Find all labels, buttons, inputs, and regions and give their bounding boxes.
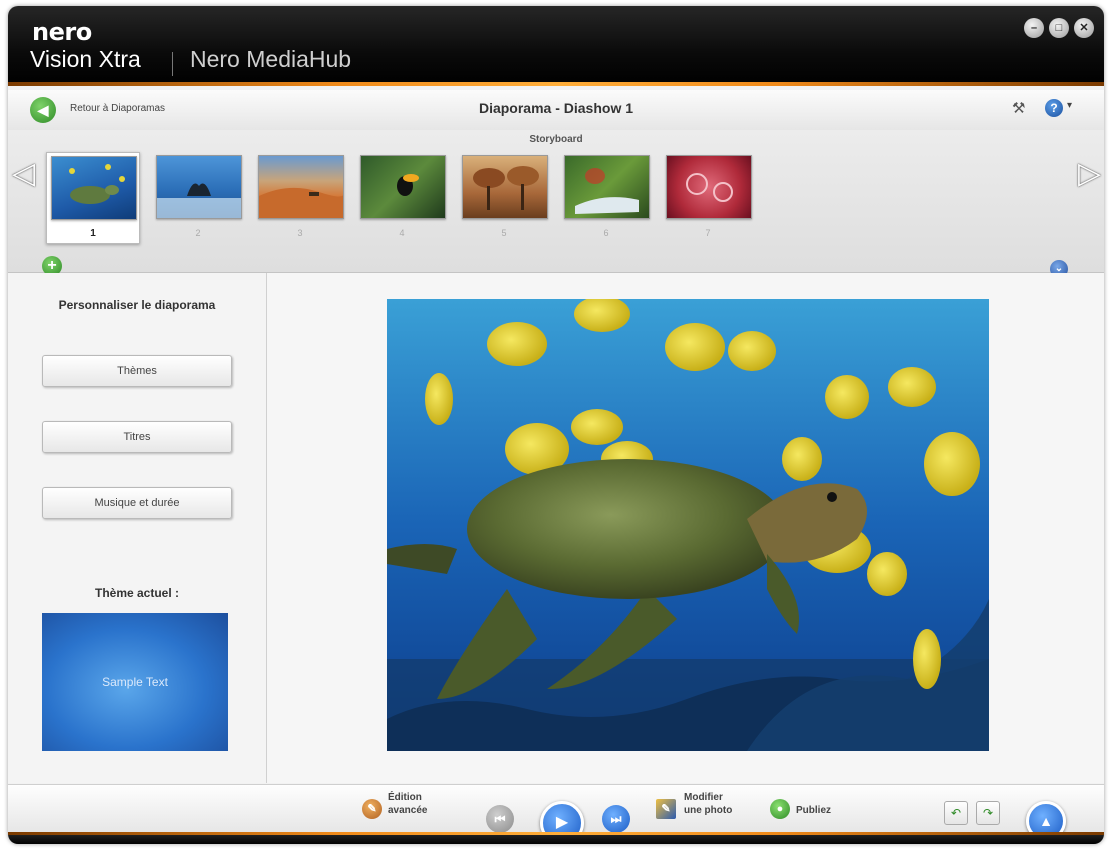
thumbnail-number: 6 — [603, 228, 609, 238]
next-icon[interactable]: ⏭ — [602, 805, 630, 833]
thumbnail-number: 1 — [90, 228, 96, 239]
title-separator — [172, 52, 173, 76]
thumbnail-number: 7 — [705, 228, 711, 238]
rotate-left-icon[interactable]: ↶ — [944, 801, 968, 825]
thumbnail-image — [258, 155, 344, 219]
bottom-accent-line — [8, 832, 1104, 835]
theme-preview[interactable]: Sample Text — [42, 613, 228, 751]
bottom-toolbar: ✎ Édition avancée ⏮ ▶ ⏭ ✎ Modifier une p… — [8, 784, 1104, 844]
themes-button[interactable]: Thèmes — [42, 355, 232, 387]
edit-photo-icon[interactable]: ✎ — [656, 799, 676, 819]
photo-preview — [387, 299, 989, 751]
thumbnail-image — [360, 155, 446, 219]
thumbnail-image — [156, 155, 242, 219]
minimize-icon[interactable]: – — [1024, 18, 1044, 38]
storyboard: Storyboard ◁ ▷ 1 2 3 4 5 6 7 + ⌄ — [8, 130, 1104, 278]
mediahub-title[interactable]: Nero MediaHub — [190, 46, 351, 73]
advanced-edit-icon[interactable]: ✎ — [362, 799, 382, 819]
panel-title: Personnaliser le diaporama — [58, 298, 216, 312]
rotate-right-icon[interactable]: ↷ — [976, 801, 1000, 825]
thumbnail-7[interactable]: 7 — [662, 152, 754, 242]
thumbnail-number: 5 — [501, 228, 507, 238]
storyboard-label: Storyboard — [529, 134, 583, 145]
scroll-right-icon[interactable]: ▷ — [1078, 156, 1101, 191]
title-accent-line — [8, 82, 1104, 86]
thumbnail-2[interactable]: 2 — [152, 152, 244, 242]
nero-logo: nero — [32, 18, 92, 46]
thumbnail-4[interactable]: 4 — [356, 152, 448, 242]
help-icon[interactable]: ? — [1045, 99, 1063, 117]
thumbnail-image — [462, 155, 548, 219]
thumbnail-1[interactable]: 1 — [46, 152, 140, 244]
titles-button[interactable]: Titres — [42, 421, 232, 453]
previous-icon[interactable]: ⏮ — [486, 805, 514, 833]
customize-panel: Personnaliser le diaporama Thèmes Titres… — [8, 273, 267, 783]
bottom-strip — [8, 832, 1104, 844]
chevron-down-icon[interactable]: ▾ — [1067, 100, 1072, 111]
music-duration-button[interactable]: Musique et durée — [42, 487, 232, 519]
tools-icon[interactable]: ⚒ — [1012, 99, 1025, 117]
thumbnail-number: 3 — [297, 228, 303, 238]
thumbnail-6[interactable]: 6 — [560, 152, 652, 242]
edit-photo-label[interactable]: Modifier une photo — [684, 791, 732, 817]
thumbnail-image — [51, 156, 137, 220]
theme-preview-text: Sample Text — [102, 675, 168, 689]
maximize-icon[interactable]: □ — [1049, 18, 1069, 38]
thumbnail-image — [564, 155, 650, 219]
scroll-left-icon[interactable]: ◁ — [12, 156, 35, 191]
thumbnail-5[interactable]: 5 — [458, 152, 550, 242]
publish-label[interactable]: Publiez — [796, 804, 831, 817]
thumbnail-number: 2 — [195, 228, 201, 238]
app-window: nero Vision Xtra Nero MediaHub – □ ✕ ◀ R… — [8, 6, 1104, 844]
close-icon[interactable]: ✕ — [1074, 18, 1094, 38]
thumbnail-3[interactable]: 3 — [254, 152, 346, 242]
thumbnail-image — [666, 155, 752, 219]
thumbnail-number: 4 — [399, 228, 405, 238]
page-title: Diaporama - Diashow 1 — [478, 100, 634, 116]
current-theme-label: Thème actuel : — [94, 586, 180, 600]
publish-icon[interactable]: ● — [770, 799, 790, 819]
advanced-edit-label[interactable]: Édition avancée — [388, 791, 427, 817]
app-title: Vision Xtra — [30, 46, 141, 72]
header-bar: ◀ Retour à Diaporamas Diaporama - Diasho… — [8, 90, 1104, 131]
preview-area — [267, 273, 1104, 783]
title-bar: nero Vision Xtra Nero MediaHub – □ ✕ — [8, 6, 1104, 86]
